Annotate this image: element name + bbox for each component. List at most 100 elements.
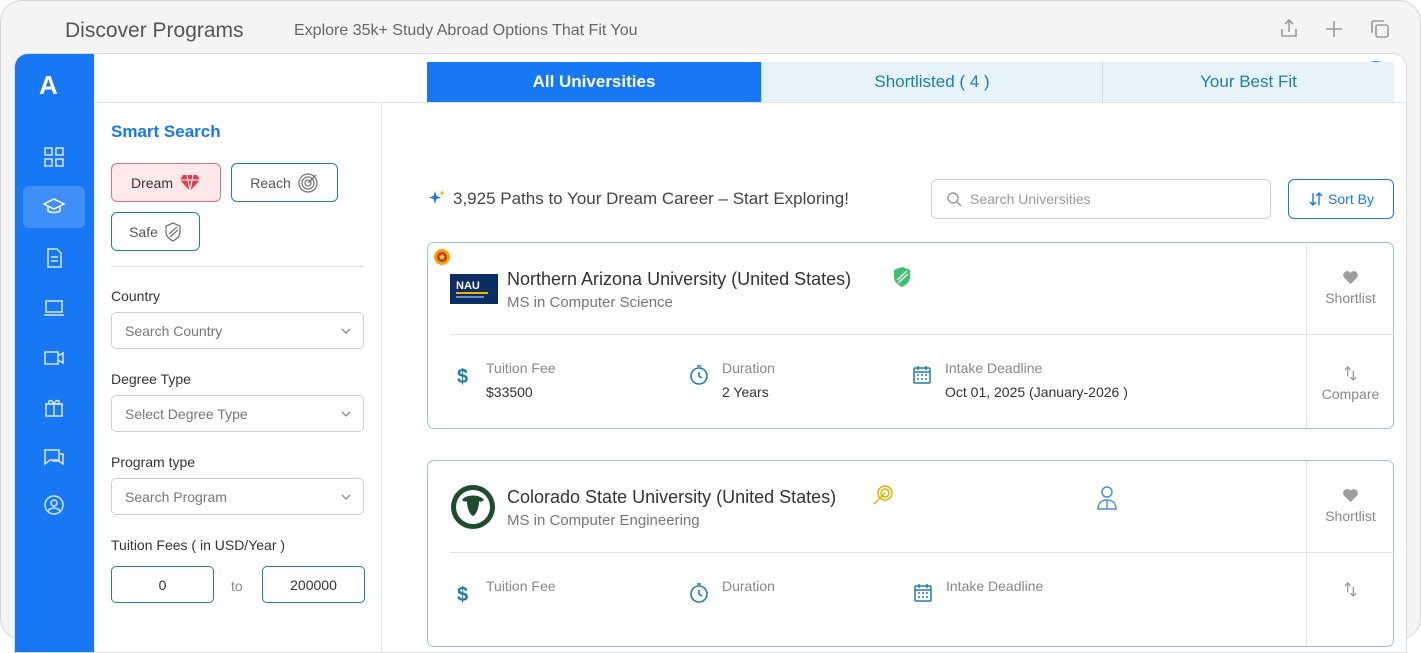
chip-reach-label: Reach	[250, 174, 291, 191]
search-icon	[947, 192, 962, 207]
nav-offers[interactable]	[23, 386, 85, 428]
award-badge-icon	[434, 249, 450, 265]
duration-meta-value: 2 Years	[722, 384, 769, 400]
shortlist-button[interactable]: Shortlist	[1307, 269, 1394, 306]
tuition-label: Tuition Fees ( in USD/Year )	[111, 537, 286, 553]
degree-select[interactable]: Select Degree Type	[111, 395, 364, 432]
profile-icon	[44, 495, 64, 515]
program-placeholder: Search Program	[125, 488, 227, 505]
deadline-meta-label: Intake Deadline	[945, 360, 1043, 376]
nav-chat[interactable]	[23, 436, 85, 478]
tuition-meta-label: Tuition Fee	[486, 360, 556, 376]
laptop-icon	[44, 300, 64, 316]
country-placeholder: Search Country	[125, 322, 223, 339]
sort-label: Sort By	[1328, 191, 1374, 207]
graduation-cap-icon	[42, 198, 66, 214]
nav-profile[interactable]	[23, 484, 85, 526]
country-select[interactable]: Search Country	[111, 312, 364, 349]
compare-label: Compare	[1321, 386, 1380, 402]
shortlist-button[interactable]: Shortlist	[1307, 487, 1394, 524]
program-name: MS in Computer Science	[507, 294, 673, 311]
program-name: MS in Computer Engineering	[507, 512, 700, 529]
tuition-max-input[interactable]: 200000	[262, 566, 365, 603]
compare-button[interactable]	[1307, 581, 1394, 598]
deadline-meta: Intake Deadline Oct 01, 2025 (January-20…	[911, 360, 1128, 400]
chip-safe[interactable]: Safe	[111, 212, 200, 251]
tab-shortlisted[interactable]: Shortlisted ( 4 )	[761, 62, 1102, 102]
nav-dashboard[interactable]	[23, 136, 85, 178]
tuition-min-input[interactable]: 0	[111, 566, 214, 603]
tab-all-universities[interactable]: All Universities	[427, 62, 761, 102]
sort-button[interactable]: Sort By	[1288, 179, 1394, 219]
university-name[interactable]: Colorado State University (United States…	[507, 487, 836, 508]
results-count-text: 3,925 Paths to Your Dream Career – Start…	[453, 189, 849, 208]
tuition-meta: $ Tuition Fee $33500	[452, 360, 556, 400]
document-icon	[47, 248, 62, 268]
deadline-meta-label: Intake Deadline	[946, 578, 1044, 594]
plus-icon[interactable]	[1322, 17, 1346, 41]
dashboard-icon	[44, 147, 64, 167]
duration-meta-label: Duration	[722, 360, 775, 376]
card-divider	[450, 334, 1306, 335]
calendar-icon	[913, 366, 931, 384]
university-logo	[450, 484, 496, 530]
card-side-split	[1306, 334, 1394, 335]
heart-icon	[1343, 271, 1358, 285]
smart-search-heading: Smart Search	[111, 122, 221, 141]
window-title: Discover Programs	[65, 19, 244, 42]
svg-text:$: $	[457, 584, 468, 604]
card-side-split	[1306, 552, 1394, 553]
university-name[interactable]: Northern Arizona University (United Stat…	[507, 269, 851, 290]
program-label: Program type	[111, 454, 196, 470]
dollar-icon: $	[457, 366, 468, 386]
stopwatch-icon	[690, 365, 708, 385]
nav-programs[interactable]	[23, 186, 85, 228]
results-summary: 3,925 Paths to Your Dream Career – Start…	[427, 189, 849, 209]
nav-rail: A	[15, 54, 94, 652]
target-icon	[873, 485, 893, 505]
duration-meta: Duration	[688, 578, 775, 604]
degree-label: Degree Type	[111, 371, 191, 387]
university-card[interactable]: NAU Northern Arizona University (United …	[427, 242, 1394, 429]
chevron-down-icon	[341, 411, 351, 417]
program-select[interactable]: Search Program	[111, 478, 364, 515]
nav-videos[interactable]	[23, 337, 85, 379]
chevron-down-icon	[341, 494, 351, 500]
calendar-icon	[914, 584, 932, 602]
country-label: Country	[111, 288, 161, 304]
video-icon	[44, 351, 64, 365]
tab-best-fit[interactable]: Your Best Fit	[1102, 62, 1394, 102]
app-logo[interactable]: A	[39, 70, 58, 101]
tuition-meta: $ Tuition Fee	[452, 578, 556, 604]
university-card[interactable]: Colorado State University (United States…	[427, 460, 1394, 647]
sparkle-icon	[429, 190, 445, 204]
duration-meta: Duration 2 Years	[688, 360, 775, 400]
target-icon	[298, 172, 318, 193]
tab-bar: All Universities Shortlisted ( 4 ) Your …	[427, 62, 1394, 102]
stopwatch-icon	[690, 583, 708, 603]
share-icon[interactable]	[1277, 17, 1301, 41]
compare-button[interactable]: Compare	[1307, 365, 1394, 402]
svg-text:$: $	[457, 366, 468, 386]
copy-icon[interactable]	[1368, 17, 1392, 41]
dollar-icon: $	[457, 584, 468, 604]
chip-reach[interactable]: Reach	[231, 163, 338, 202]
degree-placeholder: Select Degree Type	[125, 405, 248, 422]
diamond-icon	[180, 174, 200, 191]
nav-webinars[interactable]	[23, 287, 85, 329]
university-logo: NAU	[450, 274, 498, 304]
university-search[interactable]: Search Universities	[931, 179, 1271, 219]
card-divider	[450, 552, 1306, 553]
chevron-down-icon	[341, 328, 351, 334]
deadline-meta-value: Oct 01, 2025 (January-2026 )	[945, 384, 1128, 400]
svg-text:NAU: NAU	[456, 280, 480, 292]
window-titlebar: Discover Programs Explore 35k+ Study Abr…	[1, 1, 1421, 57]
chip-dream[interactable]: Dream	[111, 163, 221, 202]
nav-documents[interactable]	[23, 237, 85, 279]
deadline-meta: Intake Deadline	[912, 578, 1043, 604]
shortlist-label: Shortlist	[1325, 508, 1376, 524]
duration-meta-label: Duration	[722, 578, 775, 594]
gift-icon	[45, 399, 63, 417]
compare-icon	[1344, 365, 1357, 382]
university-search-placeholder: Search Universities	[970, 191, 1091, 207]
